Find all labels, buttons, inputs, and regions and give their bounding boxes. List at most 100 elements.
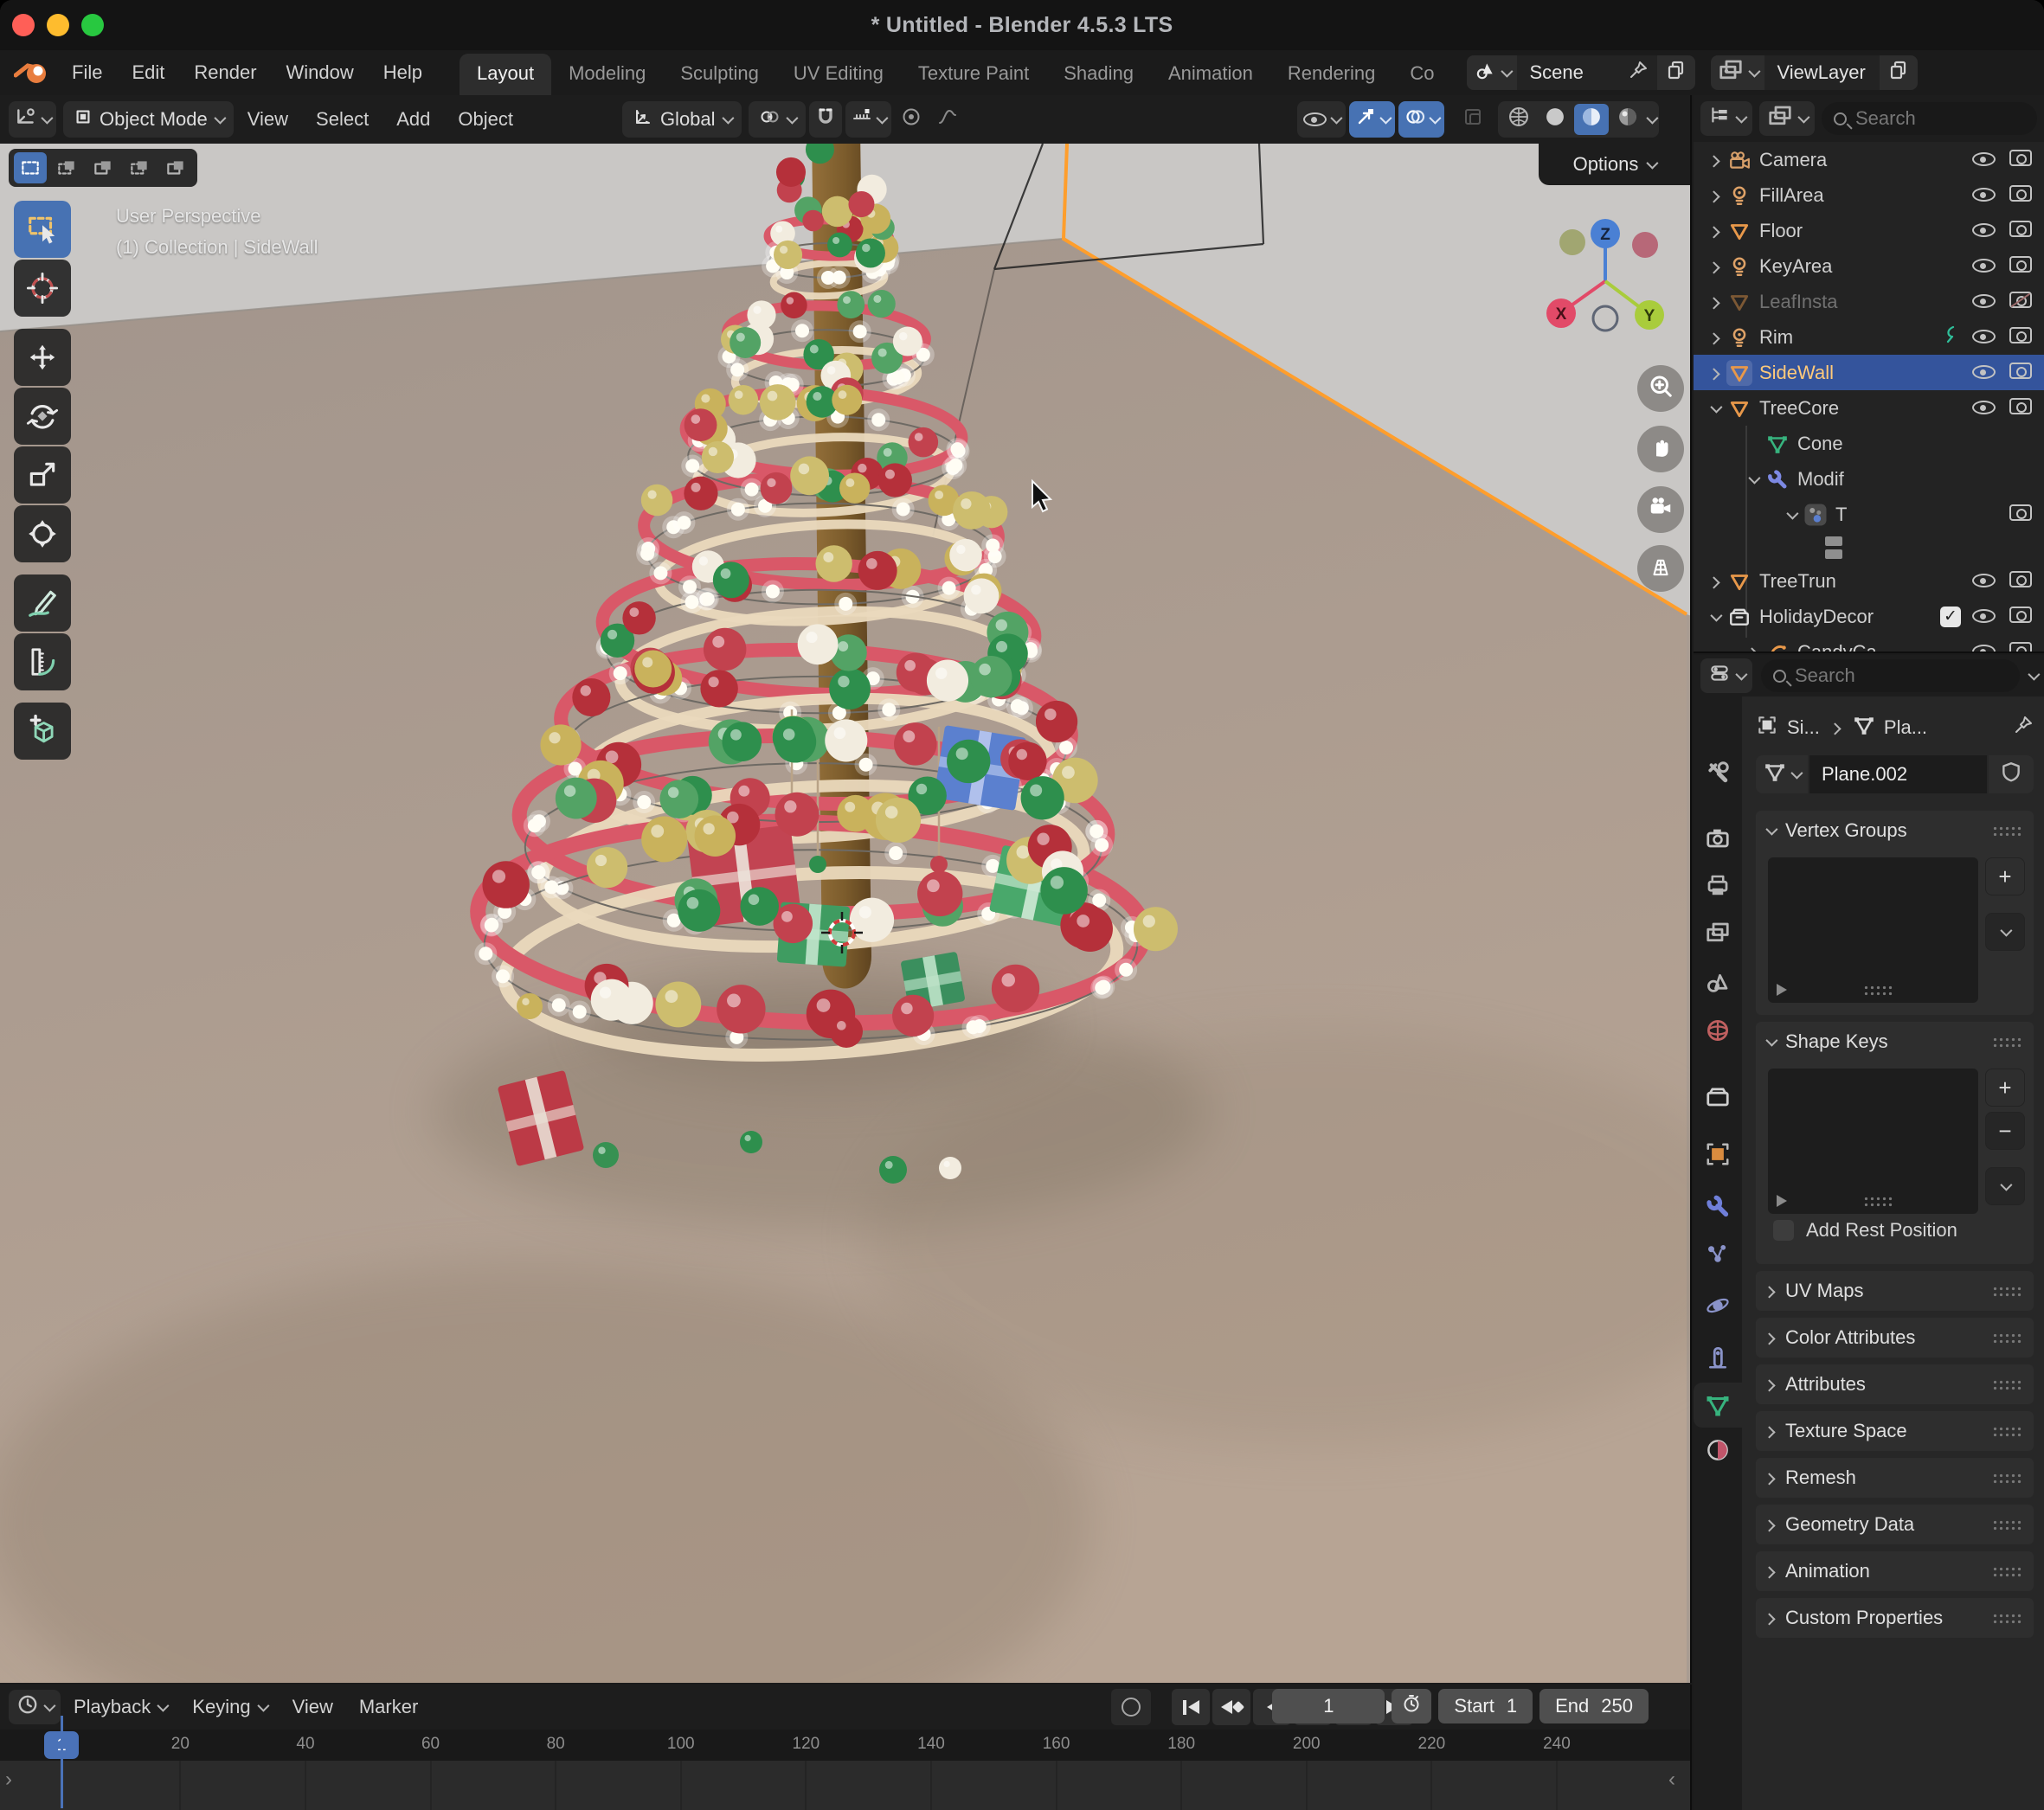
shading-dropdown[interactable] <box>1646 112 1658 125</box>
gizmos-toggle[interactable] <box>1349 101 1395 138</box>
shading-wireframe-button[interactable] <box>1501 104 1536 135</box>
timeline-tracks[interactable] <box>0 1761 1690 1810</box>
viewlayer-name[interactable]: ViewLayer <box>1764 61 1877 84</box>
specials-menu-button[interactable] <box>1985 913 2025 951</box>
panel-header[interactable]: Custom Properties <box>1756 1598 2034 1638</box>
zoom-nav-button[interactable] <box>1637 365 1684 412</box>
resize-grip-icon[interactable] <box>1863 985 1894 996</box>
shading-solid-button[interactable] <box>1538 104 1572 135</box>
expander-right-icon[interactable] <box>1742 648 1764 654</box>
timeline-editor-type-button[interactable] <box>9 1690 61 1724</box>
jump-start-button[interactable] <box>1172 1689 1210 1725</box>
disable-render-toggle[interactable] <box>2009 504 2035 526</box>
viewport-menu-object[interactable]: Object <box>444 108 527 131</box>
datablock-list[interactable] <box>1768 1069 1978 1214</box>
timeline-menu-playback[interactable]: Playback <box>61 1696 179 1718</box>
current-frame-field[interactable]: 1 <box>1272 1689 1385 1723</box>
datablock-list[interactable] <box>1768 857 1978 1003</box>
properties-options-chevron[interactable] <box>2028 669 2040 681</box>
expander-down-icon[interactable] <box>1742 475 1764 484</box>
disable-render-toggle[interactable] <box>2009 255 2035 278</box>
disable-render-toggle[interactable] <box>2009 291 2035 313</box>
outliner-display-mode-button[interactable] <box>1759 101 1815 136</box>
expander-right-icon[interactable] <box>1704 369 1726 377</box>
tool-cursor[interactable] <box>14 260 71 317</box>
expander-right-icon[interactable] <box>1704 333 1726 342</box>
menu-render[interactable]: Render <box>179 61 271 84</box>
drag-grip-icon[interactable] <box>1992 1519 2023 1531</box>
disable-render-toggle[interactable] <box>2009 397 2035 420</box>
properties-tab-render[interactable] <box>1694 815 1742 860</box>
drag-grip-icon[interactable] <box>1992 1473 2023 1484</box>
overlays-toggle[interactable] <box>1398 101 1444 138</box>
properties-tab-output[interactable] <box>1694 863 1742 908</box>
viewport-3d[interactable]: Object Mode ViewSelectAddObject Global <box>0 95 1692 1683</box>
workspace-tab-rendering[interactable]: Rendering <box>1270 54 1393 95</box>
menu-help[interactable]: Help <box>369 61 437 84</box>
falloff-dropdown[interactable] <box>931 101 964 138</box>
expander-down-icon[interactable] <box>1780 510 1803 519</box>
breadcrumb-data[interactable]: Pla... <box>1884 716 1927 739</box>
hide-viewport-toggle[interactable] <box>1972 326 1998 349</box>
select-mode-invert[interactable] <box>123 152 156 183</box>
outliner-row-t[interactable]: T <box>1694 497 2044 532</box>
resize-grip-icon[interactable] <box>1863 1196 1894 1207</box>
tool-add-cube[interactable] <box>14 703 71 760</box>
current-frame-line[interactable] <box>61 1716 63 1808</box>
add-rest-position-checkbox[interactable] <box>1773 1220 1794 1241</box>
outliner-row-modif[interactable]: Modif <box>1694 461 2044 497</box>
select-mode-extend[interactable] <box>50 152 83 183</box>
panel-header[interactable]: Vertex Groups <box>1756 811 2034 850</box>
panel-header[interactable]: Geometry Data <box>1756 1505 2034 1544</box>
tool-annotate[interactable] <box>14 574 71 632</box>
frame-start-field[interactable]: Start1 <box>1438 1689 1533 1723</box>
use-preview-range-button[interactable] <box>1392 1689 1431 1723</box>
hide-viewport-toggle[interactable] <box>1972 362 1998 384</box>
proportional-edit-toggle[interactable] <box>895 101 928 138</box>
tool-rotate[interactable] <box>14 388 71 445</box>
prev-keyframe-button[interactable] <box>1212 1689 1250 1725</box>
disable-render-toggle[interactable] <box>2009 184 2035 207</box>
expander-right-icon[interactable] <box>1704 262 1726 271</box>
select-mode-intersect[interactable] <box>159 152 192 183</box>
properties-search-input[interactable]: Search <box>1761 659 2020 692</box>
drag-grip-icon[interactable] <box>1992 1037 2023 1048</box>
outliner-search-input[interactable]: Search <box>1822 102 2037 135</box>
workspace-tab-co[interactable]: Co <box>1392 54 1451 95</box>
workspace-tab-sculpting[interactable]: Sculpting <box>663 54 776 95</box>
panel-header[interactable]: Color Attributes <box>1756 1318 2034 1358</box>
outliner-row-cone[interactable]: Cone <box>1694 426 2044 461</box>
properties-tab-constraints[interactable] <box>1694 1335 1742 1380</box>
properties-tab-scene[interactable] <box>1694 960 1742 1005</box>
hide-viewport-toggle[interactable] <box>1972 255 1998 278</box>
workspace-tab-texture-paint[interactable]: Texture Paint <box>901 54 1046 95</box>
specials-menu-button[interactable] <box>1985 1167 2025 1205</box>
hide-viewport-toggle[interactable] <box>1972 291 1998 313</box>
panel-header[interactable]: Texture Space <box>1756 1411 2034 1451</box>
add-item-button[interactable]: + <box>1985 1069 2025 1107</box>
pivot-dropdown[interactable] <box>749 101 806 138</box>
mode-dropdown[interactable]: Object Mode <box>63 101 234 138</box>
menu-window[interactable]: Window <box>272 61 369 84</box>
viewport-menu-view[interactable]: View <box>234 108 302 131</box>
timeline-right-chevron[interactable]: ‹ <box>1668 1768 1675 1792</box>
outliner-row-holidaydecor[interactable]: HolidayDecor✓ <box>1694 599 2044 634</box>
properties-tab-object[interactable] <box>1694 1132 1742 1177</box>
drag-grip-icon[interactable] <box>1992 1426 2023 1437</box>
properties-tab-object-data[interactable] <box>1694 1383 1742 1428</box>
outliner-row-camera[interactable]: Camera <box>1694 142 2044 177</box>
outliner-row-fillarea[interactable]: FillArea <box>1694 177 2044 213</box>
disable-render-toggle[interactable] <box>2009 570 2035 593</box>
editor-type-button[interactable] <box>9 101 56 138</box>
outliner-row-keyarea[interactable]: KeyArea <box>1694 248 2044 284</box>
add-item-button[interactable]: + <box>1985 857 2025 895</box>
expander-down-icon[interactable] <box>1704 613 1726 621</box>
panel-header[interactable]: UV Maps <box>1756 1271 2034 1311</box>
viewport-menu-add[interactable]: Add <box>382 108 444 131</box>
disable-render-toggle[interactable] <box>2009 326 2035 349</box>
collection-checkbox[interactable]: ✓ <box>1940 607 1961 627</box>
pan-nav-button[interactable] <box>1637 426 1684 472</box>
properties-tab-view-layer[interactable] <box>1694 910 1742 955</box>
drag-grip-icon[interactable] <box>1992 1286 2023 1297</box>
pin-icon[interactable] <box>1628 60 1649 86</box>
